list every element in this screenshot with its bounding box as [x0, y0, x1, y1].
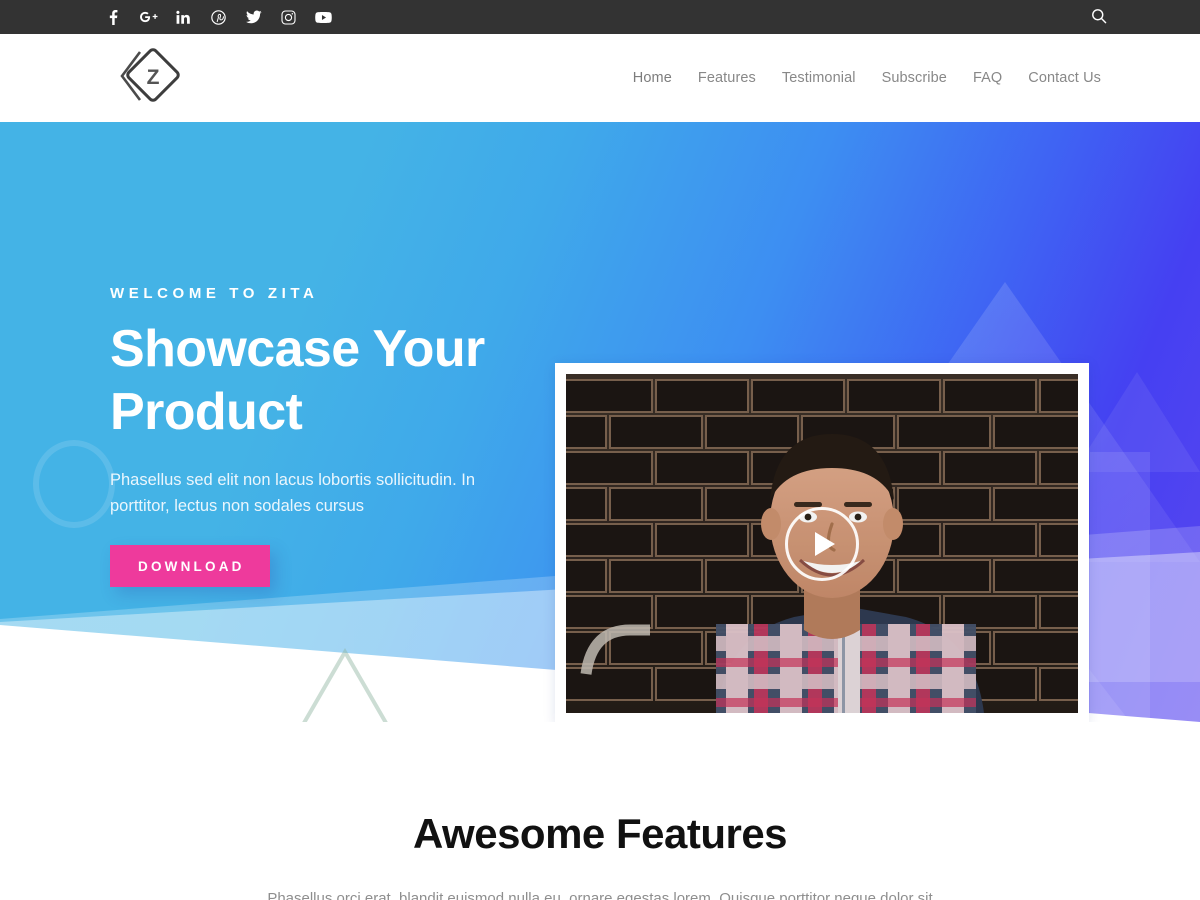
logo[interactable]: Z [110, 44, 182, 112]
top-bar [0, 0, 1200, 34]
hero-video-frame[interactable] [555, 363, 1089, 722]
hero-subtitle: Phasellus sed elit non lacus lobortis so… [110, 470, 476, 515]
svg-text:Z: Z [147, 66, 160, 89]
nav-item-faq[interactable]: FAQ [960, 70, 1015, 86]
site-header: Z Home Features Testimonial Subscribe FA… [0, 34, 1200, 122]
hero-video-thumbnail [566, 374, 1078, 713]
hero-copy: WELCOME TO ZITA Showcase Your Product Ph… [110, 285, 530, 587]
search-icon [1091, 8, 1107, 27]
main-navigation: Home Features Testimonial Subscribe FAQ … [620, 70, 1114, 86]
social-link-linkedin[interactable] [166, 0, 201, 34]
zita-diamond-logo-icon: Z [110, 42, 182, 115]
download-button[interactable]: DOWNLOAD [110, 545, 270, 587]
hero-title: Showcase Your Product [110, 320, 485, 442]
hero-eyebrow: WELCOME TO ZITA [110, 285, 319, 302]
social-links [96, 0, 341, 34]
play-button[interactable] [785, 506, 859, 581]
nav-item-contact-us[interactable]: Contact Us [1015, 70, 1114, 86]
features-title: Awesome Features [412, 810, 788, 857]
social-link-twitter[interactable] [236, 0, 271, 34]
hero-section: WELCOME TO ZITA Showcase Your Product Ph… [0, 122, 1200, 722]
twitter-icon [245, 10, 262, 24]
linkedin-icon [176, 10, 191, 25]
social-link-google-plus[interactable] [131, 0, 166, 34]
features-section: Awesome Features Phasellus orci erat, bl… [0, 722, 1200, 900]
nav-item-testimonial[interactable]: Testimonial [769, 70, 869, 86]
social-link-instagram[interactable] [271, 0, 306, 34]
facebook-icon [107, 9, 120, 25]
nav-item-features[interactable]: Features [685, 70, 769, 86]
nav-item-subscribe[interactable]: Subscribe [869, 70, 960, 86]
social-link-pinterest[interactable] [201, 0, 236, 34]
search-button[interactable] [1084, 0, 1114, 34]
youtube-icon [315, 11, 332, 24]
google-plus-icon [139, 10, 159, 24]
features-subtitle: Phasellus orci erat, blandit euismod nul… [267, 890, 933, 900]
instagram-icon [281, 9, 296, 25]
social-link-facebook[interactable] [96, 0, 131, 34]
pinterest-icon [211, 9, 226, 25]
nav-item-home[interactable]: Home [620, 70, 685, 86]
play-triangle-icon [815, 531, 835, 556]
social-link-youtube[interactable] [306, 0, 341, 34]
